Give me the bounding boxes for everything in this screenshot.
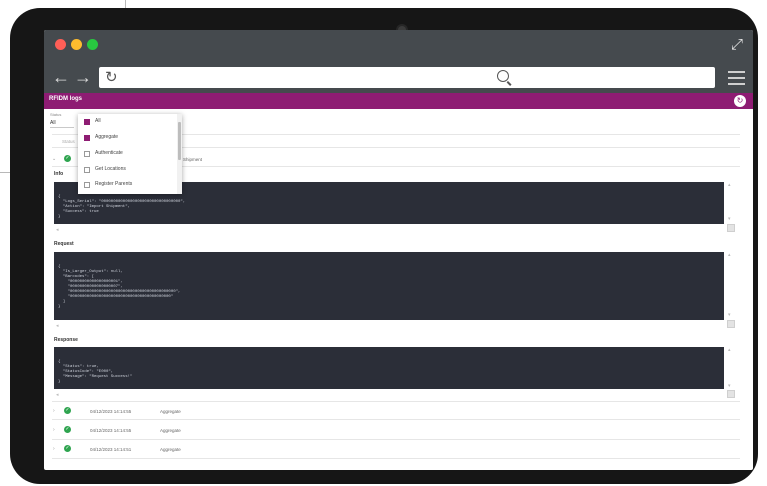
arrow-left-icon[interactable]: ← — [52, 68, 70, 86]
row-timestamp: 04/12/2023 14:14:51 — [90, 447, 132, 452]
checkbox[interactable] — [84, 151, 90, 157]
row-type: Aggregate — [160, 447, 181, 452]
checkbox[interactable] — [84, 119, 90, 125]
success-icon: ✓ — [64, 445, 71, 452]
close-window-dot[interactable] — [55, 39, 66, 50]
address-bar[interactable]: ↻ — [99, 67, 529, 88]
chevron-right-icon[interactable]: › — [53, 446, 55, 452]
option-label: All — [95, 118, 101, 124]
scroll-up-icon[interactable]: ▴ — [728, 347, 731, 353]
scroll-down-icon[interactable]: ▾ — [728, 216, 731, 222]
browser-chrome: ⤢ ← → ↻ — [44, 30, 753, 93]
resize-corner[interactable] — [727, 320, 735, 328]
success-icon: ✓ — [64, 407, 71, 414]
checkbox[interactable] — [84, 135, 90, 141]
status-filter-value: All — [50, 120, 56, 126]
row-timestamp: 04/12/2023 14:14:55 — [90, 428, 132, 433]
dropdown-scroll-thumb[interactable] — [178, 122, 181, 160]
chevron-down-icon[interactable]: ⌄ — [52, 156, 56, 162]
response-scrollbar[interactable]: ▴ ▾ — [727, 347, 735, 393]
scroll-left-icon[interactable]: ◂ — [56, 323, 59, 329]
request-section-title: Request — [54, 241, 74, 247]
app-header: RFIDM logs ↻ — [44, 93, 753, 109]
resize-corner[interactable] — [727, 224, 735, 232]
browser-search-bar[interactable] — [491, 67, 715, 88]
maximize-window-dot[interactable] — [87, 39, 98, 50]
chevron-right-icon[interactable]: › — [53, 408, 55, 414]
row-timestamp: 04/12/2023 14:14:55 — [90, 409, 132, 414]
request-scrollbar[interactable]: ▴ ▾ — [727, 252, 735, 322]
option-label: Authenticate — [95, 150, 123, 156]
app-title: RFIDM logs — [49, 96, 82, 102]
scroll-left-icon[interactable]: ◂ — [56, 227, 59, 233]
refresh-icon[interactable]: ↻ — [734, 95, 746, 107]
option-label: Aggregate — [95, 134, 119, 140]
chevron-right-icon[interactable]: › — [53, 427, 55, 433]
dropdown-scrollbar[interactable] — [177, 114, 182, 194]
row-type: Shipment — [183, 157, 203, 162]
option-label: Get Locations — [95, 166, 126, 172]
search-icon — [497, 70, 509, 82]
table-divider — [52, 439, 740, 440]
expand-icon[interactable]: ⤢ — [731, 36, 743, 53]
success-icon: ✓ — [64, 426, 71, 433]
scroll-up-icon[interactable]: ▴ — [728, 182, 731, 188]
hamburger-icon[interactable] — [728, 71, 745, 89]
response-code-block: { "Status": true, "StatusCode": "E000", … — [54, 347, 724, 389]
scroll-down-icon[interactable]: ▾ — [728, 312, 731, 318]
arrow-right-icon[interactable]: → — [74, 68, 92, 86]
success-icon: ✓ — [64, 155, 71, 162]
minimize-window-dot[interactable] — [71, 39, 82, 50]
table-divider — [52, 458, 740, 459]
scroll-down-icon[interactable]: ▾ — [728, 383, 731, 389]
option-label: Register Parents — [95, 181, 133, 187]
scroll-up-icon[interactable]: ▴ — [728, 252, 731, 258]
tablet-screen: ⤢ ← → ↻ RFIDM logs ↻ Status All Status ⌄… — [44, 30, 753, 470]
row-type: Aggregate — [160, 428, 181, 433]
table-divider — [52, 419, 740, 420]
table-divider — [52, 401, 740, 402]
resize-corner[interactable] — [727, 390, 735, 398]
info-section-title: Info — [54, 171, 64, 177]
checkbox[interactable] — [84, 167, 90, 173]
checkbox[interactable] — [84, 182, 90, 188]
response-section-title: Response — [54, 337, 78, 343]
status-filter-dropdown: All Aggregate Authenticate Get Locations… — [78, 114, 182, 194]
reload-icon[interactable]: ↻ — [105, 68, 118, 86]
column-header-status: Status — [62, 139, 75, 144]
request-code-block: { "Is_Larger_Output": null, "Barcodes": … — [54, 252, 724, 320]
scroll-left-icon[interactable]: ◂ — [56, 392, 59, 398]
info-scrollbar[interactable]: ▴ ▾ — [727, 182, 735, 228]
status-filter-select[interactable]: All — [50, 118, 74, 128]
status-filter-label: Status — [50, 112, 62, 117]
row-type: Aggregate — [160, 409, 181, 414]
